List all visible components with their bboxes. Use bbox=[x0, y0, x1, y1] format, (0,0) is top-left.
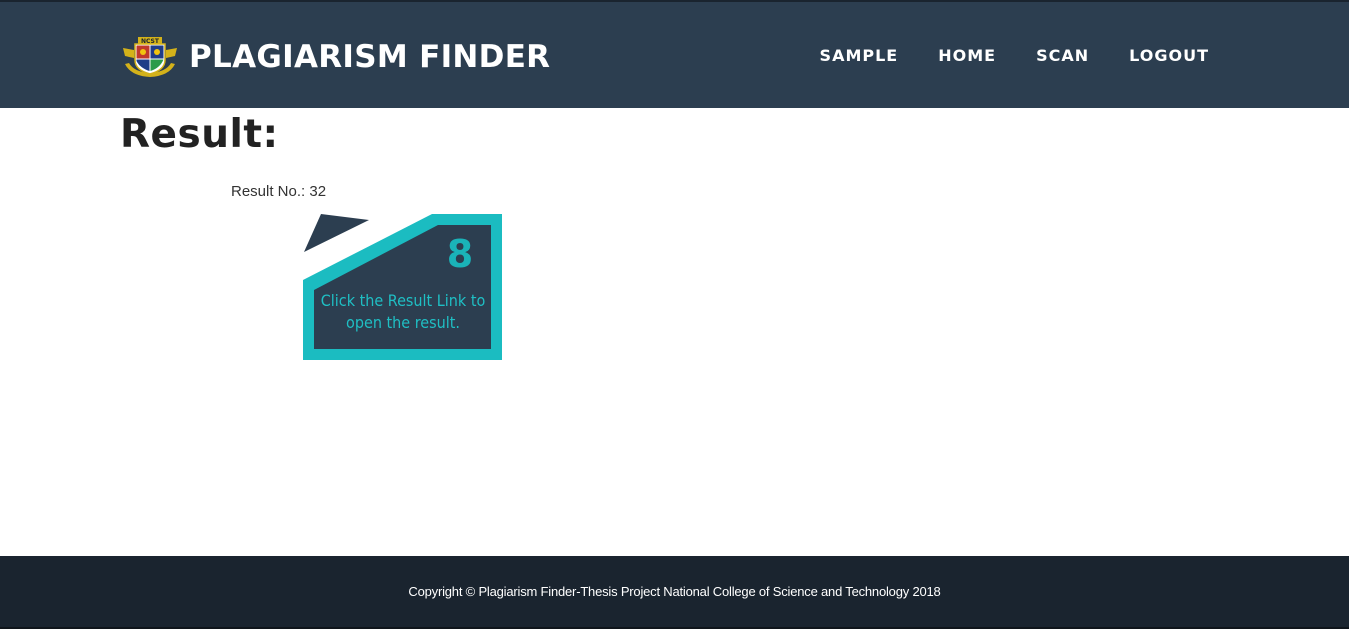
ncst-crest-icon: NCST bbox=[123, 37, 177, 77]
nav-link-scan[interactable]: SCAN bbox=[1036, 46, 1089, 65]
footer: Copyright © Plagiarism Finder-Thesis Pro… bbox=[0, 556, 1349, 629]
nav-links: SAMPLE HOME SCAN LOGOUT bbox=[780, 46, 1209, 65]
result-count: 8 bbox=[446, 232, 474, 276]
nav-link-home[interactable]: HOME bbox=[938, 46, 996, 65]
result-link-card[interactable]: 8 Click the Result Link to open the resu… bbox=[302, 212, 504, 362]
result-number-label: Result No.: 32 bbox=[231, 183, 327, 200]
footer-copyright: Copyright © Plagiarism Finder-Thesis Pro… bbox=[408, 584, 941, 599]
brand-title: PLAGIARISM FINDER bbox=[189, 39, 551, 75]
page-title: Result: bbox=[120, 112, 279, 157]
nav-link-sample[interactable]: SAMPLE bbox=[820, 46, 899, 65]
nav-link-logout[interactable]: LOGOUT bbox=[1129, 46, 1209, 65]
page: NCST PLAGIARISM FINDER SAMPLE HOME SCAN … bbox=[0, 0, 1349, 629]
brand-link[interactable]: NCST PLAGIARISM FINDER bbox=[121, 36, 550, 78]
result-card-text: Click the Result Link to open the result… bbox=[320, 291, 486, 332]
svg-text:NCST: NCST bbox=[141, 38, 160, 45]
navbar: NCST PLAGIARISM FINDER SAMPLE HOME SCAN … bbox=[0, 2, 1349, 108]
